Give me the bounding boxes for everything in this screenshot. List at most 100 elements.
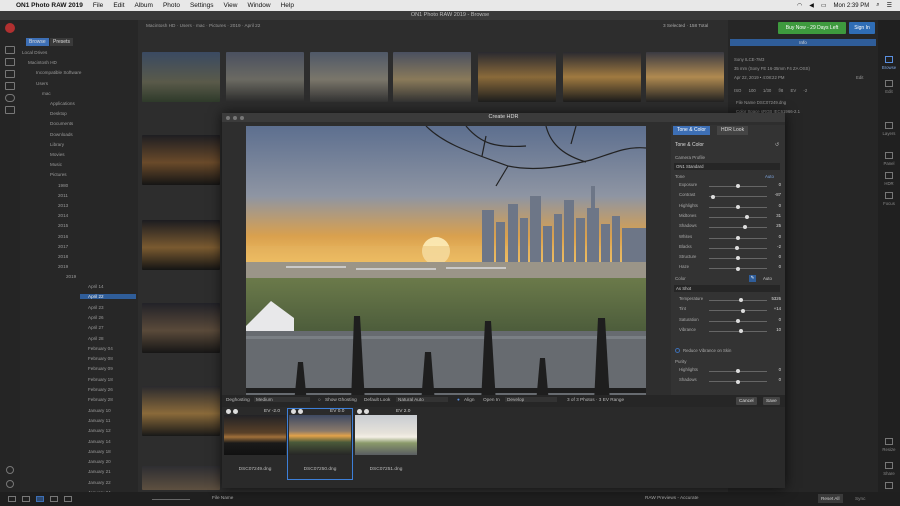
slider-value[interactable]: 0 xyxy=(767,234,781,239)
breadcrumb[interactable]: Macintosh HD · Users · mac · Pictures · … xyxy=(146,23,260,28)
date-folder-item[interactable]: April 26 xyxy=(88,315,104,320)
slider-value[interactable]: 5326 xyxy=(767,296,781,301)
folder-item[interactable]: Users xyxy=(36,81,48,86)
module-browse-icon[interactable] xyxy=(885,56,893,63)
module-label[interactable]: HDR xyxy=(879,181,899,186)
date-folder-item[interactable]: January 22 xyxy=(88,480,111,485)
thumbnail[interactable] xyxy=(226,52,304,102)
date-folder-item[interactable]: April 23 xyxy=(88,305,104,310)
edit-link[interactable]: Edit xyxy=(856,75,863,80)
module-edit-icon[interactable] xyxy=(885,80,893,87)
buy-now-button[interactable]: Buy Now - 29 Days Left xyxy=(778,22,846,34)
bracket-check-icon[interactable] xyxy=(357,409,362,414)
thumbnail[interactable] xyxy=(142,303,220,353)
thumbnail[interactable] xyxy=(142,220,220,270)
folder-item[interactable]: 2013 xyxy=(58,203,68,208)
date-folder-item[interactable]: January 20 xyxy=(88,459,111,464)
info-header[interactable]: Info xyxy=(730,39,876,46)
cloud-icon[interactable] xyxy=(5,94,15,102)
section-header[interactable]: Tone & Color xyxy=(675,142,704,148)
folder-item[interactable]: Incompatible Software xyxy=(36,70,81,75)
slider-track[interactable] xyxy=(709,310,767,312)
reset-icon[interactable]: ↺ xyxy=(775,142,779,148)
slider-handle[interactable] xyxy=(745,215,750,220)
reset-all-button[interactable]: Reset All xyxy=(818,494,843,503)
slider-handle[interactable] xyxy=(736,318,740,323)
look-select[interactable]: Default Look xyxy=(364,397,390,402)
date-folder-item[interactable]: February 28 xyxy=(88,397,113,402)
slider-handle[interactable] xyxy=(740,308,745,313)
slider-track[interactable] xyxy=(709,216,767,218)
date-folder-item[interactable]: February 18 xyxy=(88,377,113,382)
sync-button[interactable]: Sync xyxy=(852,494,868,503)
align-label[interactable]: Align xyxy=(464,397,474,402)
open-in-select[interactable]: Develop xyxy=(505,397,557,402)
slider-handle[interactable] xyxy=(739,329,744,334)
camera-icon[interactable] xyxy=(5,58,15,66)
reduce-vibrance-label[interactable]: Reduce Vibrance on Skin xyxy=(683,348,731,353)
tab-presets[interactable]: Presets xyxy=(50,38,73,46)
slider-track[interactable] xyxy=(709,196,767,198)
module-label[interactable]: Share xyxy=(879,471,899,476)
menu-list-icon[interactable]: ☰ xyxy=(887,2,892,9)
menu-file[interactable]: File xyxy=(93,2,103,9)
date-folder-item[interactable]: April 27 xyxy=(88,325,104,330)
slider-handle[interactable] xyxy=(735,246,740,251)
menu-help[interactable]: Help xyxy=(281,2,294,9)
color-auto-button[interactable]: Auto xyxy=(763,276,772,281)
bracket-check-icon[interactable] xyxy=(364,409,369,414)
slider-handle[interactable] xyxy=(736,266,740,271)
filter-icon[interactable] xyxy=(5,82,15,90)
folder-item[interactable]: 2011 xyxy=(58,193,68,198)
tab-tone-color[interactable]: Tone & Color xyxy=(673,126,710,135)
show-ghosting-label[interactable]: Show Ghosting xyxy=(325,397,357,402)
view-grid-icon[interactable] xyxy=(8,496,16,502)
slider-handle[interactable] xyxy=(736,369,740,374)
menu-settings[interactable]: Settings xyxy=(190,2,214,9)
slider-value[interactable]: 0 xyxy=(767,203,781,208)
menu-edit[interactable]: Edit xyxy=(113,2,124,9)
thumbnail[interactable] xyxy=(142,52,220,102)
bracket-check-icon[interactable] xyxy=(291,409,296,414)
slider-handle[interactable] xyxy=(711,194,716,199)
menu-photo[interactable]: Photo xyxy=(163,2,180,9)
deghosting-select[interactable]: Medium xyxy=(254,397,310,402)
align-checkbox[interactable]: ● xyxy=(457,397,460,402)
folder-item[interactable]: 2017 xyxy=(58,244,68,249)
date-folder-item[interactable]: April 14 xyxy=(88,284,104,289)
cancel-button[interactable]: Cancel xyxy=(736,396,757,405)
date-folder-item[interactable]: January 10 xyxy=(88,408,111,413)
slider-handle[interactable] xyxy=(738,298,743,303)
thumbnail[interactable] xyxy=(142,386,220,436)
module-label[interactable]: Panel xyxy=(879,161,899,166)
folder-item[interactable]: Library xyxy=(50,142,64,147)
module-label[interactable]: Resize xyxy=(879,447,899,452)
module-label[interactable]: Focus xyxy=(879,201,899,206)
date-folder-item[interactable]: January 21 xyxy=(88,469,111,474)
slider-track[interactable] xyxy=(709,300,767,301)
module-focus-icon[interactable] xyxy=(885,192,893,199)
folder-item[interactable]: 2015 xyxy=(58,223,68,228)
slider-value[interactable]: 0 xyxy=(767,182,781,187)
folder-item[interactable]: 2018 xyxy=(58,254,68,259)
folder-item[interactable]: mac xyxy=(42,91,51,96)
minimize-icon[interactable] xyxy=(233,115,237,120)
date-folder-item[interactable]: April 22 xyxy=(80,294,136,300)
slider-track[interactable] xyxy=(709,330,767,332)
view-map-icon[interactable] xyxy=(64,496,72,502)
module-hdr-icon[interactable] xyxy=(885,172,893,179)
thumbnail[interactable] xyxy=(142,135,220,185)
slider-value[interactable]: 0 xyxy=(767,317,781,322)
date-folder-item[interactable]: February 04 xyxy=(88,346,113,351)
thumbnail[interactable] xyxy=(563,52,641,102)
reduce-vibrance-checkbox[interactable] xyxy=(675,348,680,353)
tone-auto-button[interactable]: Auto xyxy=(763,174,776,179)
slider-value[interactable]: -87 xyxy=(767,192,781,197)
volume-icon[interactable]: ◀ xyxy=(809,2,814,9)
help-icon[interactable] xyxy=(6,480,14,488)
slider-value[interactable]: 0 xyxy=(767,264,781,269)
module-share-icon[interactable] xyxy=(885,462,893,469)
menu-window[interactable]: Window xyxy=(247,2,270,9)
clock[interactable]: Mon 2:39 PM xyxy=(834,3,870,9)
preset-select[interactable]: Natural Auto xyxy=(396,397,448,402)
